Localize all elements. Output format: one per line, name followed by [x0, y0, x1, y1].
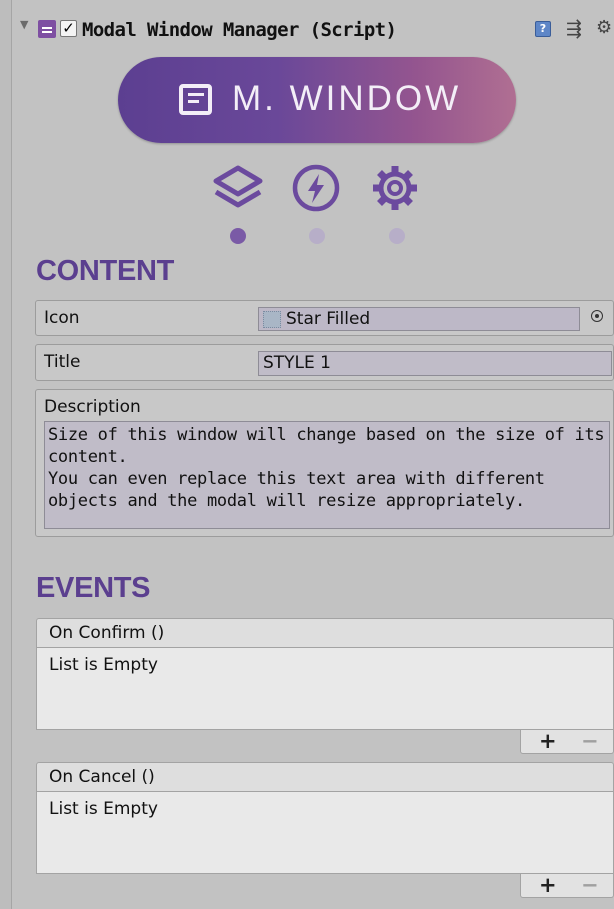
- textarea-line: content.: [48, 447, 128, 467]
- inspector-panel: ▼ ✓ Modal Window Manager (Script) ? ⇶ ⚙ …: [12, 0, 614, 909]
- icon-property-row: Icon Star Filled: [35, 300, 614, 336]
- tab-events-lightning-icon[interactable]: [288, 162, 344, 214]
- textarea-line: Size of this window will change based on…: [48, 425, 605, 445]
- inspector-left-edge: [0, 0, 12, 909]
- tab-indicator: [389, 228, 405, 244]
- add-listener-button[interactable]: +: [539, 874, 557, 896]
- empty-list-text: List is Empty: [49, 799, 158, 819]
- title-field-label: Title: [44, 352, 81, 372]
- icon-field-value: Star Filled: [286, 309, 371, 329]
- component-title: Modal Window Manager (Script): [82, 19, 397, 41]
- help-icon[interactable]: ?: [535, 21, 551, 37]
- presets-icon[interactable]: ⇶: [566, 18, 582, 40]
- event-header-label: On Confirm (): [49, 623, 165, 643]
- empty-list-text: List is Empty: [49, 655, 158, 675]
- enabled-checkbox[interactable]: ✓: [60, 20, 77, 37]
- content-heading: CONTENT: [36, 255, 175, 287]
- on-confirm-event-header: On Confirm (): [36, 618, 614, 648]
- on-confirm-list-footer: + −: [520, 730, 614, 754]
- description-field-label: Description: [44, 397, 141, 417]
- on-cancel-event-header: On Cancel (): [36, 762, 614, 792]
- component-settings-icon[interactable]: ⚙: [596, 17, 612, 38]
- events-heading: EVENTS: [36, 572, 151, 604]
- foldout-arrow-icon[interactable]: ▼: [20, 18, 28, 31]
- modal-window-icon: [179, 84, 212, 115]
- tab-content-layers-icon[interactable]: [210, 162, 266, 214]
- script-icon: [38, 20, 56, 38]
- on-confirm-event-list[interactable]: List is Empty: [36, 648, 614, 730]
- banner-title: M. WINDOW: [232, 79, 462, 118]
- icon-object-field[interactable]: Star Filled: [258, 307, 580, 331]
- object-picker-icon[interactable]: [591, 310, 603, 322]
- on-cancel-event-list[interactable]: List is Empty: [36, 792, 614, 874]
- textarea-line: objects and the modal will resize approp…: [48, 491, 525, 511]
- brand-banner: M. WINDOW: [118, 57, 516, 143]
- event-header-label: On Cancel (): [49, 767, 155, 787]
- textarea-line: You can even replace this text area with…: [48, 469, 545, 489]
- component-header: ▼ ✓ Modal Window Manager (Script) ? ⇶ ⚙: [12, 10, 614, 46]
- title-property-row: Title STYLE 1: [35, 344, 614, 381]
- icon-field-label: Icon: [44, 308, 80, 328]
- tab-indicator: [309, 228, 325, 244]
- remove-listener-button[interactable]: −: [581, 730, 599, 752]
- add-listener-button[interactable]: +: [539, 730, 557, 752]
- description-textarea[interactable]: Size of this window will change based on…: [44, 421, 610, 529]
- tab-settings-gear-icon[interactable]: [367, 162, 423, 214]
- sprite-thumbnail-icon: [263, 311, 281, 328]
- title-input[interactable]: STYLE 1: [258, 351, 612, 376]
- remove-listener-button[interactable]: −: [581, 874, 599, 896]
- tab-indicator-active: [230, 228, 246, 244]
- on-cancel-list-footer: + −: [520, 874, 614, 898]
- description-property-row: Description Size of this window will cha…: [35, 389, 614, 537]
